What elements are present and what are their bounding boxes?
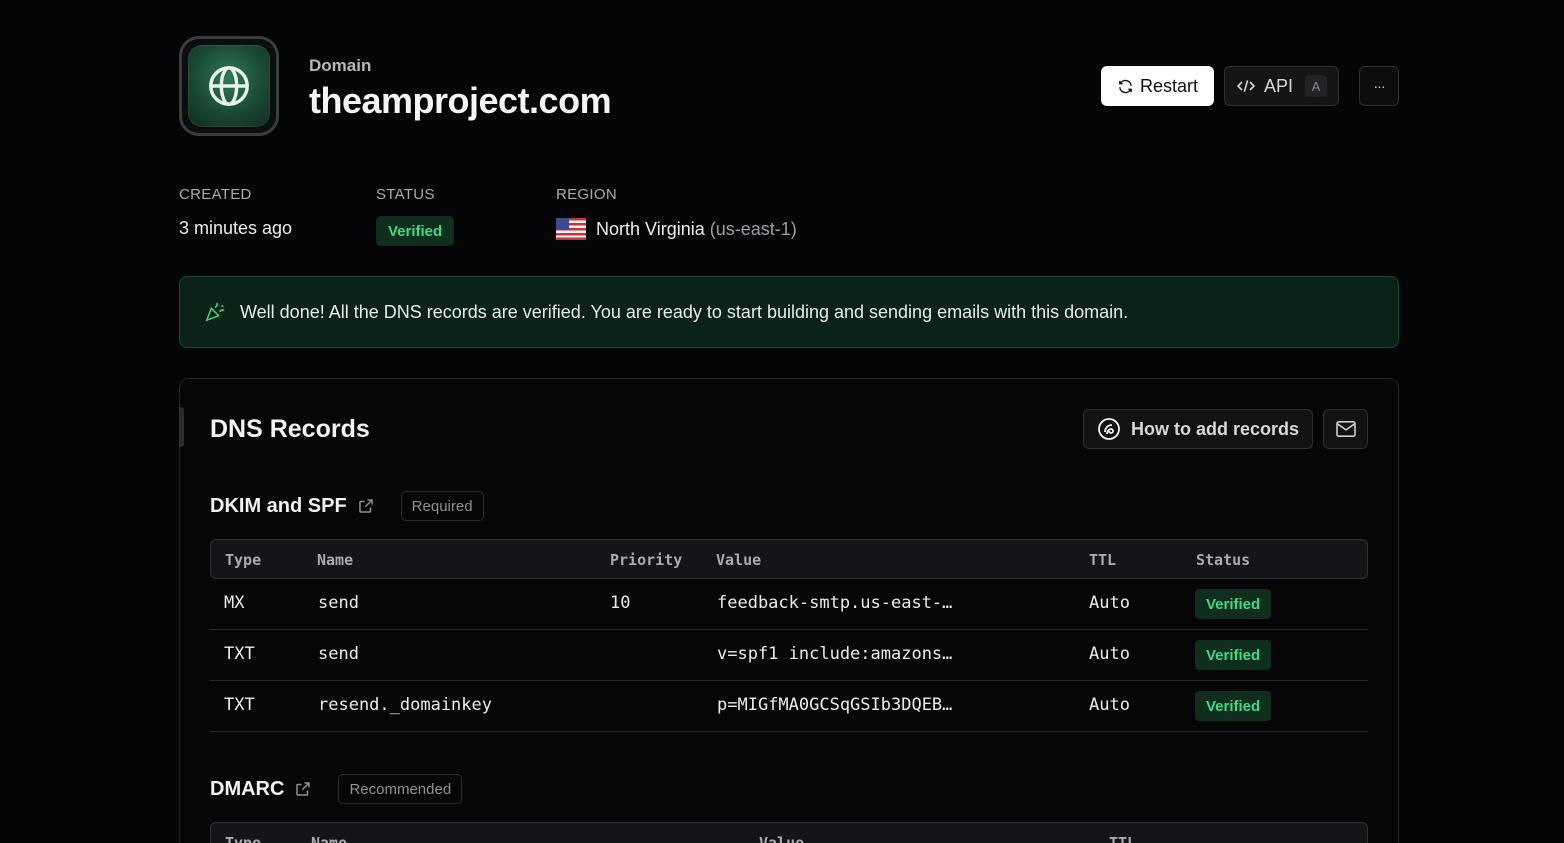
domain-avatar bbox=[179, 36, 279, 136]
column-header-value: Value bbox=[759, 834, 805, 843]
cell-status: Verified bbox=[1195, 691, 1272, 721]
column-header-name: Name bbox=[317, 551, 354, 569]
column-header-status: Status bbox=[1196, 551, 1251, 569]
cell-ttl: Auto bbox=[1089, 695, 1130, 715]
required-tag: Required bbox=[400, 491, 484, 521]
api-shortcut-key: A bbox=[1305, 75, 1327, 97]
column-header-name: Name bbox=[311, 834, 348, 843]
dkim-spf-section-title: DKIM and SPF Required bbox=[210, 491, 484, 521]
how-to-add-records-button[interactable]: How to add records bbox=[1083, 409, 1313, 449]
column-header-type: Type bbox=[225, 551, 262, 569]
mail-icon bbox=[1335, 420, 1356, 438]
globe-icon bbox=[209, 66, 249, 106]
cell-name[interactable]: resend._domainkey bbox=[318, 695, 492, 715]
restart-button[interactable]: Restart bbox=[1101, 66, 1214, 106]
page-title: theamproject.com bbox=[309, 80, 612, 121]
api-label: API bbox=[1263, 75, 1293, 96]
how-to-add-records-label: How to add records bbox=[1130, 418, 1300, 439]
status-badge: Verified bbox=[1195, 589, 1272, 619]
created-value: 3 minutes ago bbox=[179, 218, 293, 238]
table-row: TXT send v=spf1 include:amazons… Auto Ve… bbox=[210, 630, 1368, 681]
created-label: CREATED bbox=[179, 186, 252, 203]
provider-logo-icon bbox=[1098, 418, 1120, 440]
cell-name[interactable]: send bbox=[318, 644, 359, 664]
dkim-spf-title: DKIM and SPF bbox=[210, 494, 347, 517]
dmarc-title: DMARC bbox=[210, 777, 285, 800]
table-row: TXT resend._domainkey p=MIGfMA0GCSqGSIb3… bbox=[210, 681, 1368, 732]
us-flag-icon bbox=[556, 218, 586, 240]
dns-records-card: DNS Records How to add records DKIM and … bbox=[179, 378, 1399, 843]
table-header: Type Name Priority Value TTL Status bbox=[210, 539, 1368, 579]
cell-value[interactable]: feedback-smtp.us-east-… bbox=[717, 593, 952, 613]
email-instructions-button[interactable] bbox=[1323, 409, 1368, 449]
cell-ttl: Auto bbox=[1089, 593, 1130, 613]
cell-ttl: Auto bbox=[1089, 644, 1130, 664]
dmarc-table: Type Name Value TTL bbox=[210, 822, 1368, 843]
success-banner: Well done! All the DNS records are verif… bbox=[179, 276, 1399, 348]
table-header: Type Name Value TTL bbox=[210, 822, 1368, 843]
page-eyebrow: Domain bbox=[309, 56, 372, 75]
cell-type: TXT bbox=[224, 644, 255, 664]
column-header-ttl: TTL bbox=[1089, 551, 1117, 569]
cell-status: Verified bbox=[1195, 640, 1272, 670]
status-label: STATUS bbox=[376, 186, 435, 203]
column-header-priority: Priority bbox=[610, 551, 683, 569]
status-badge: Verified bbox=[376, 216, 455, 246]
recommended-tag: Recommended bbox=[338, 774, 463, 804]
dns-records-title: DNS Records bbox=[210, 415, 370, 443]
status-badge-wrap: Verified bbox=[376, 216, 455, 246]
region-name: North Virginia bbox=[596, 218, 705, 239]
status-badge: Verified bbox=[1195, 691, 1272, 721]
cell-name[interactable]: send bbox=[318, 593, 359, 613]
dkim-spf-table: Type Name Priority Value TTL Status MX s… bbox=[210, 539, 1368, 732]
column-header-type: Type bbox=[225, 834, 262, 843]
dmarc-section-title: DMARC Recommended bbox=[210, 774, 463, 804]
column-header-ttl: TTL bbox=[1109, 834, 1137, 843]
region-label: REGION bbox=[556, 186, 617, 203]
external-link-icon[interactable] bbox=[294, 780, 312, 798]
cell-type: MX bbox=[224, 593, 245, 613]
restart-label: Restart bbox=[1139, 75, 1199, 96]
column-header-value: Value bbox=[716, 551, 762, 569]
more-options-button[interactable]: ··· bbox=[1359, 66, 1399, 106]
banner-text: Well done! All the DNS records are verif… bbox=[240, 301, 1129, 322]
external-link-icon[interactable] bbox=[357, 497, 375, 515]
table-row: MX send 10 feedback-smtp.us-east-… Auto … bbox=[210, 579, 1368, 630]
cell-status: Verified bbox=[1195, 589, 1272, 619]
region-value: North Virginia (us-east-1) bbox=[556, 216, 797, 242]
party-popper-icon bbox=[205, 302, 225, 322]
cell-value[interactable]: p=MIGfMA0GCSqGSIb3DQEB… bbox=[717, 695, 952, 715]
cell-value[interactable]: v=spf1 include:amazons… bbox=[717, 644, 952, 664]
refresh-icon bbox=[1119, 79, 1132, 93]
cell-priority: 10 bbox=[610, 593, 631, 613]
api-button[interactable]: API A bbox=[1224, 66, 1339, 106]
card-accent bbox=[179, 407, 184, 447]
code-icon bbox=[1236, 80, 1256, 92]
cell-type: TXT bbox=[224, 695, 255, 715]
region-code: (us-east-1) bbox=[709, 218, 797, 239]
status-badge: Verified bbox=[1195, 640, 1272, 670]
ellipsis-icon: ··· bbox=[1373, 78, 1386, 94]
